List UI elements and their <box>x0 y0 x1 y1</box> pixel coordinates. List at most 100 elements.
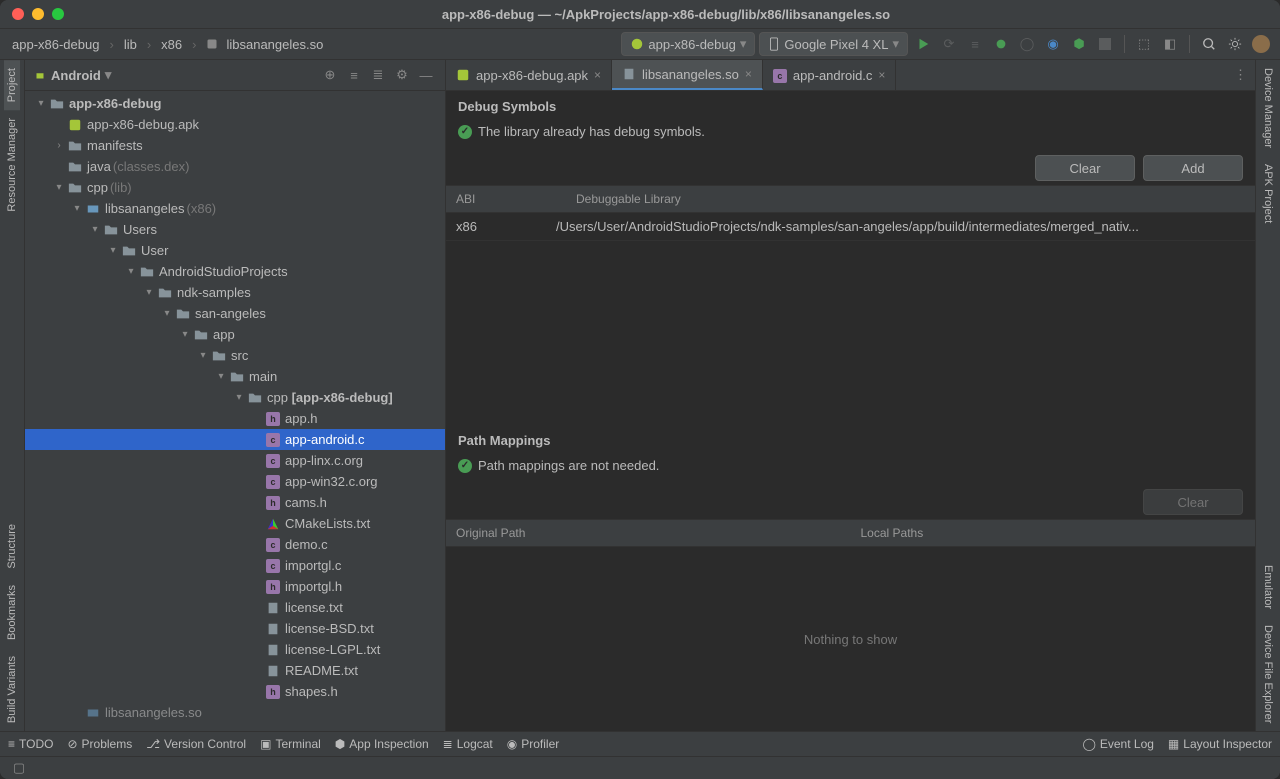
tree-node[interactable]: ▾User <box>25 240 445 261</box>
tree-settings-icon[interactable]: ⚙ <box>391 64 413 86</box>
rail-tab-apk-project[interactable]: APK Project <box>1260 156 1276 231</box>
path-mappings-heading: Path Mappings <box>458 433 1243 448</box>
rail-tab-project[interactable]: Project <box>4 60 20 110</box>
tree-node[interactable]: app-x86-debug.apk <box>25 114 445 135</box>
bottom-rail: ▢ <box>0 756 1280 779</box>
coverage-icon[interactable]: ◯ <box>1016 33 1038 55</box>
status-profiler[interactable]: ◉ Profiler <box>507 737 560 751</box>
tree-node[interactable]: CMakeLists.txt <box>25 513 445 534</box>
debug-symbols-heading: Debug Symbols <box>458 99 1243 114</box>
tree-node[interactable]: ▾app-x86-debug <box>25 93 445 114</box>
collapse-all-icon[interactable]: ≣ <box>367 64 389 86</box>
profiler-icon[interactable]: ◉ <box>1042 33 1064 55</box>
titlebar: app-x86-debug — ~/ApkProjects/app-x86-de… <box>0 0 1280 29</box>
add-symbols-button[interactable]: Add <box>1143 155 1243 181</box>
status-version-control[interactable]: ⎇ Version Control <box>146 737 246 751</box>
tree-node[interactable]: ▾src <box>25 345 445 366</box>
tree-node[interactable]: license-LGPL.txt <box>25 639 445 660</box>
clear-symbols-button[interactable]: Clear <box>1035 155 1135 181</box>
attach-debugger-icon[interactable]: ⬢ <box>1068 33 1090 55</box>
editor-tab[interactable]: app-x86-debug.apk× <box>446 60 612 90</box>
symbols-table-row[interactable]: x86 /Users/User/AndroidStudioProjects/nd… <box>446 213 1255 241</box>
expand-all-icon[interactable]: ≡ <box>343 64 365 86</box>
tree-node[interactable]: happ.h <box>25 408 445 429</box>
close-tab-icon[interactable]: × <box>878 68 885 82</box>
rail-tab-build-variants[interactable]: Build Variants <box>4 648 20 731</box>
run-button[interactable] <box>912 33 934 55</box>
tree-node[interactable]: libsanangeles.so <box>25 702 445 723</box>
apply-changes-icon[interactable]: ⟳ <box>938 33 960 55</box>
tree-node[interactable]: hcams.h <box>25 492 445 513</box>
rail-tab-emulator[interactable]: Emulator <box>1260 557 1276 617</box>
tree-node[interactable]: ▾Users <box>25 219 445 240</box>
check-icon: ✓ <box>458 125 472 139</box>
tree-node[interactable]: ▾main <box>25 366 445 387</box>
tree-node[interactable]: README.txt <box>25 660 445 681</box>
tree-node[interactable]: cdemo.c <box>25 534 445 555</box>
hide-sidebar-icon[interactable]: ― <box>415 64 437 86</box>
project-sidebar: Android ▾ ⊕ ≡ ≣ ⚙ ― ▾app-x86-debugapp-x8… <box>25 60 446 731</box>
tree-node[interactable]: ▾san-angeles <box>25 303 445 324</box>
close-tab-icon[interactable]: × <box>594 68 601 82</box>
tree-node[interactable]: cimportgl.c <box>25 555 445 576</box>
rail-tab-device-manager[interactable]: Device Manager <box>1260 60 1276 156</box>
editor-tab[interactable]: libsanangeles.so× <box>612 60 763 90</box>
run-config-dropdown[interactable]: app-x86-debug ▾ <box>621 32 755 56</box>
rail-tab-bookmarks[interactable]: Bookmarks <box>4 577 20 648</box>
project-tree[interactable]: ▾app-x86-debugapp-x86-debug.apk›manifest… <box>25 91 445 731</box>
editor-tab[interactable]: capp-android.c× <box>763 60 897 90</box>
window-minimize-button[interactable] <box>32 8 44 20</box>
tree-node[interactable]: himportgl.h <box>25 576 445 597</box>
status-todo[interactable]: ≡ TODO <box>8 737 53 751</box>
stop-button[interactable] <box>1094 33 1116 55</box>
device-dropdown[interactable]: Google Pixel 4 XL ▾ <box>759 32 908 56</box>
sync-icon[interactable]: ⬚ <box>1133 33 1155 55</box>
tree-node[interactable]: ▾AndroidStudioProjects <box>25 261 445 282</box>
rail-tab-structure[interactable]: Structure <box>4 516 20 577</box>
mappings-table-header: Original Path Local Paths <box>446 519 1255 547</box>
rail-tab-device-file-explorer[interactable]: Device File Explorer <box>1260 617 1276 731</box>
tabs-more-icon[interactable]: ⋮ <box>1226 60 1255 90</box>
main-toolbar: app-x86-debug› lib› x86› libsanangeles.s… <box>0 29 1280 60</box>
tree-node[interactable]: capp-win32.c.org <box>25 471 445 492</box>
mappings-empty: Nothing to show <box>446 547 1255 731</box>
status-problems[interactable]: ⊘ Problems <box>67 737 132 751</box>
apply-code-icon[interactable]: ≡ <box>964 33 986 55</box>
tree-node[interactable]: ▾app <box>25 324 445 345</box>
status-layout-inspector[interactable]: ▦ Layout Inspector <box>1168 737 1272 751</box>
avd-icon[interactable]: ◧ <box>1159 33 1181 55</box>
check-icon: ✓ <box>458 459 472 473</box>
tree-node[interactable]: license.txt <box>25 597 445 618</box>
tree-node[interactable]: hshapes.h <box>25 681 445 702</box>
rail-tab-resource-manager[interactable]: Resource Manager <box>4 110 20 220</box>
status-terminal[interactable]: ▣ Terminal <box>260 737 321 751</box>
bottom-rail-icon[interactable]: ▢ <box>8 757 30 779</box>
tree-node[interactable]: ▾ndk-samples <box>25 282 445 303</box>
status-app-inspection[interactable]: ⬢ App Inspection <box>335 737 429 751</box>
tree-node[interactable]: license-BSD.txt <box>25 618 445 639</box>
left-tool-rail: Project Resource Manager Structure Bookm… <box>0 60 25 731</box>
tree-node[interactable]: ▾libsanangeles(x86) <box>25 198 445 219</box>
window-maximize-button[interactable] <box>52 8 64 20</box>
select-opened-file-icon[interactable]: ⊕ <box>319 64 341 86</box>
project-view-dropdown[interactable]: Android ▾ <box>33 67 111 83</box>
close-tab-icon[interactable]: × <box>745 67 752 81</box>
debug-button[interactable] <box>990 33 1012 55</box>
status-logcat[interactable]: ≣ Logcat <box>443 737 493 751</box>
tree-node[interactable]: ▾cpp(lib) <box>25 177 445 198</box>
tree-node[interactable]: java(classes.dex) <box>25 156 445 177</box>
window-close-button[interactable] <box>12 8 24 20</box>
right-tool-rail: Device Manager APK Project Emulator Devi… <box>1255 60 1280 731</box>
search-icon[interactable] <box>1198 33 1220 55</box>
tree-node[interactable]: capp-linx.c.org <box>25 450 445 471</box>
debug-symbols-status: ✓ The library already has debug symbols. <box>458 120 1243 143</box>
status-event-log[interactable]: ◯ Event Log <box>1082 737 1153 751</box>
path-mappings-status: ✓ Path mappings are not needed. <box>458 454 1243 477</box>
tree-node[interactable]: capp-android.c <box>25 429 445 450</box>
clear-mappings-button[interactable]: Clear <box>1143 489 1243 515</box>
breadcrumb[interactable]: app-x86-debug› lib› x86› libsanangeles.s… <box>8 33 331 56</box>
tree-node[interactable]: ▾cpp [app-x86-debug] <box>25 387 445 408</box>
tree-node[interactable]: ›manifests <box>25 135 445 156</box>
avatar[interactable] <box>1250 33 1272 55</box>
settings-icon[interactable] <box>1224 33 1246 55</box>
